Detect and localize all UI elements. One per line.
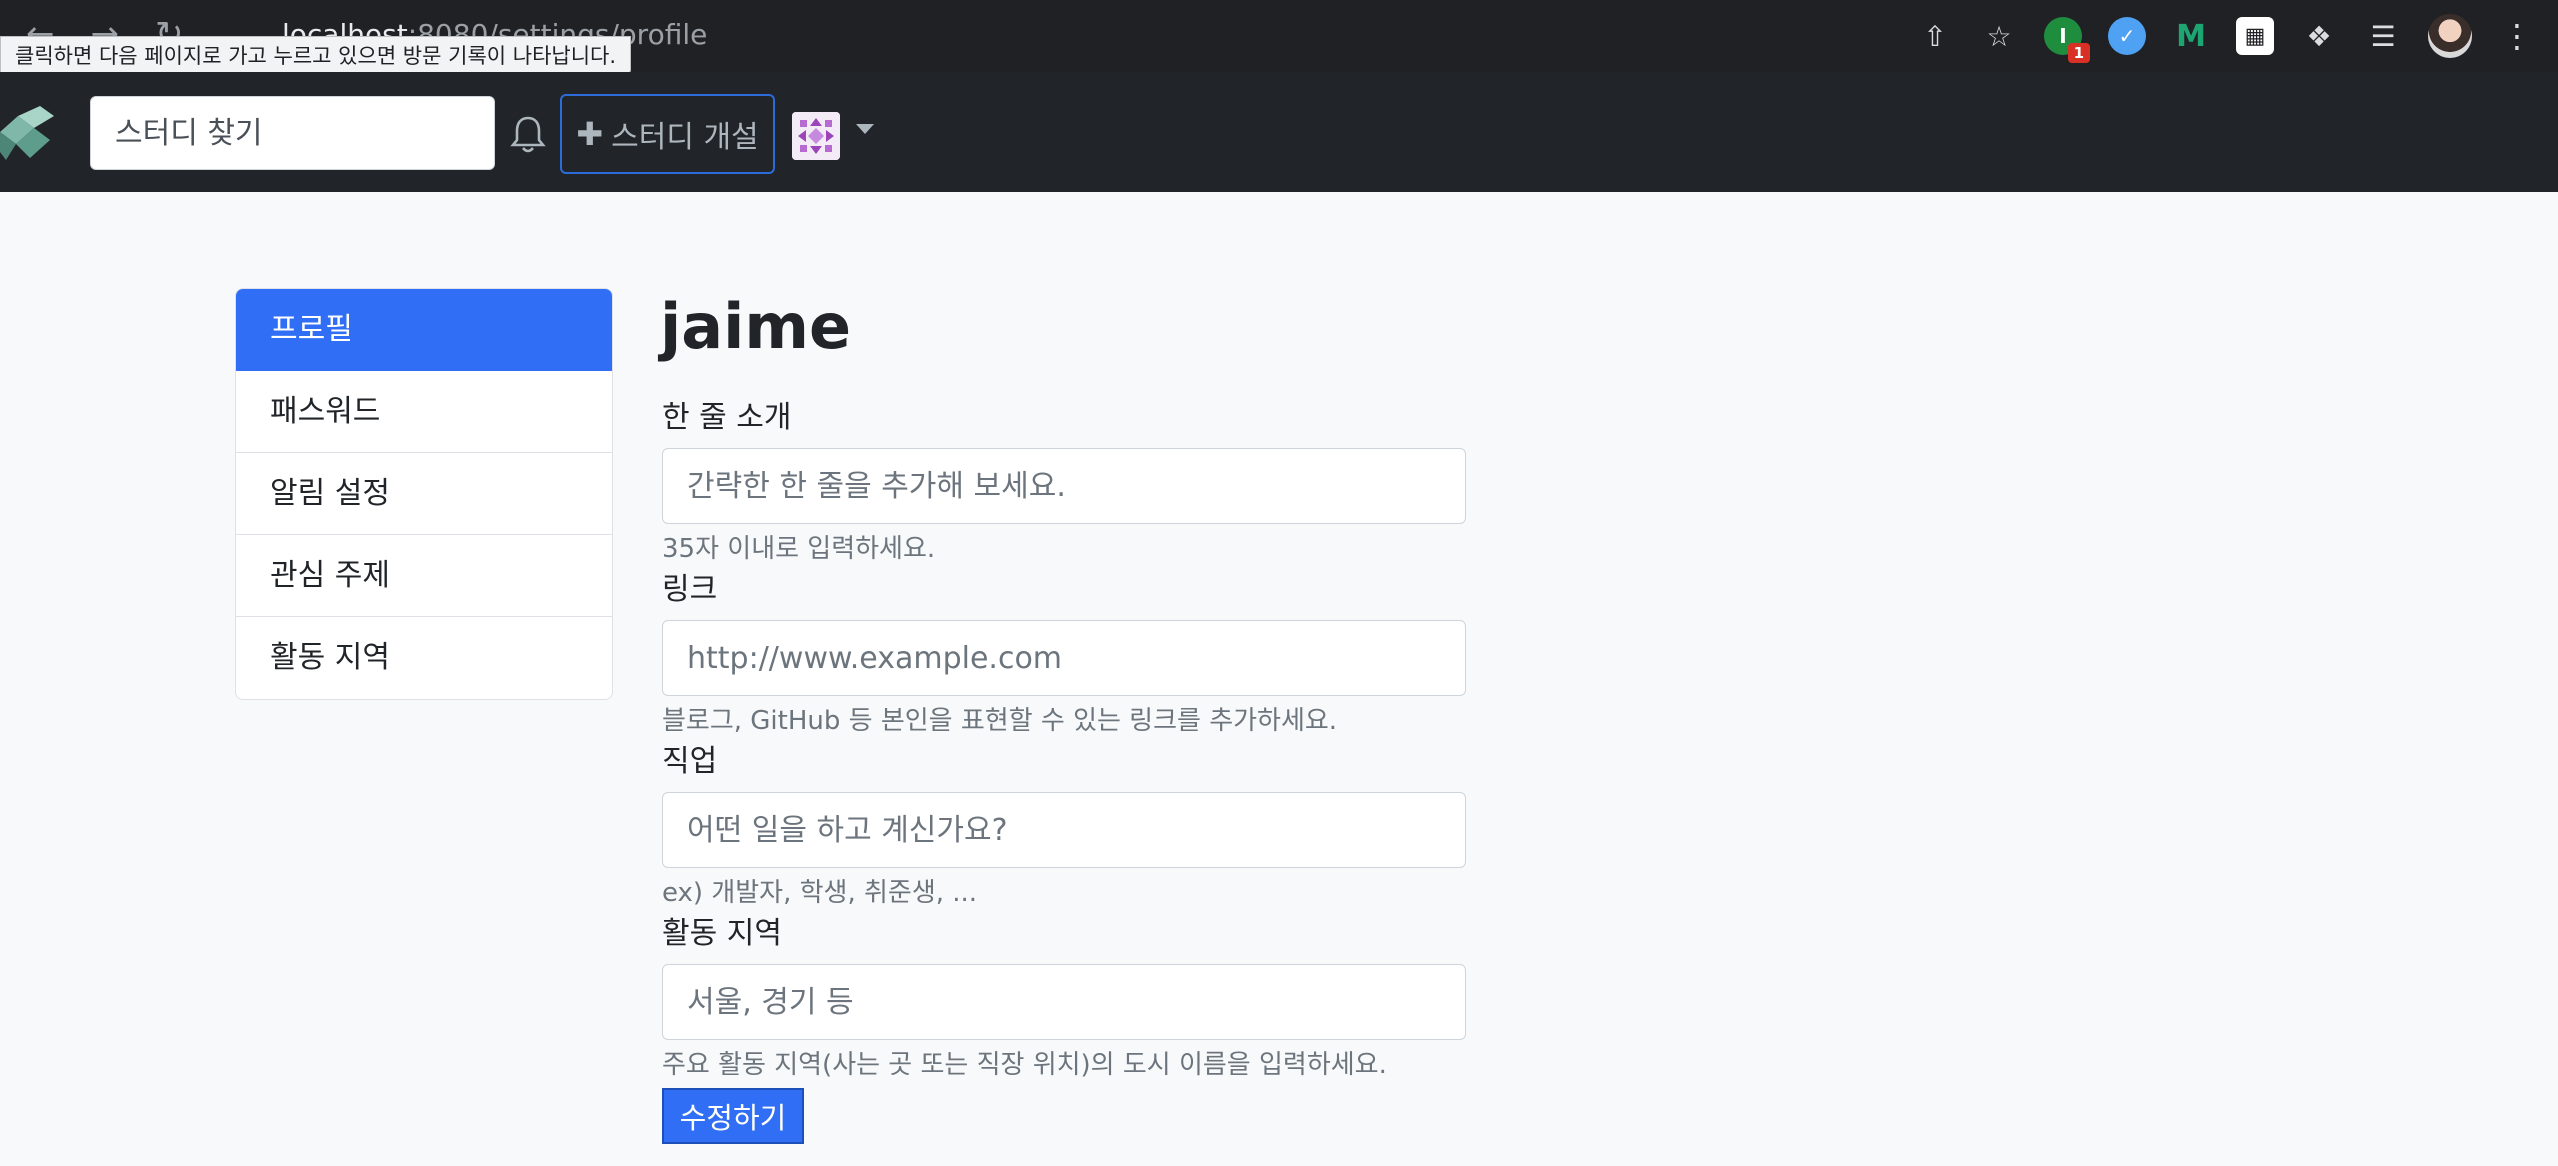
url-help-text: 블로그, GitHub 등 본인을 표현할 수 있는 링크를 추가하세요.	[662, 706, 1338, 736]
notification-bell-icon[interactable]	[510, 114, 546, 154]
submit-button[interactable]: 수정하기	[662, 1088, 804, 1144]
create-study-label: 스터디 개설	[611, 120, 759, 155]
bio-help-text: 35자 이내로 입력하세요.	[662, 534, 936, 564]
location-label: 활동 지역	[662, 916, 782, 951]
sidebar-item-password[interactable]: 패스워드	[236, 371, 612, 453]
user-avatar[interactable]	[792, 112, 840, 160]
app-navbar: ✚ 스터디 개설	[0, 72, 2558, 192]
back-button-tooltip: 클릭하면 다음 페이지로 가고 누르고 있으면 방문 기록이 나타납니다.	[0, 36, 632, 74]
puzzle-icon[interactable]: ❖	[2300, 17, 2338, 55]
url-input[interactable]	[662, 620, 1466, 696]
extension-blue-icon[interactable]: ✓	[2108, 17, 2146, 55]
more-menu-icon[interactable]: ⋮	[2498, 17, 2536, 55]
study-search-input[interactable]	[90, 96, 495, 170]
bio-label: 한 줄 소개	[662, 400, 792, 435]
sidebar-item-zones[interactable]: 활동 지역	[236, 617, 612, 699]
url-label: 링크	[662, 572, 718, 607]
chevron-down-icon[interactable]	[856, 124, 874, 134]
occupation-label: 직업	[662, 744, 718, 779]
sidebar-item-notifications[interactable]: 알림 설정	[236, 453, 612, 535]
create-study-button[interactable]: ✚ 스터디 개설	[560, 94, 775, 174]
plus-icon: ✚	[576, 115, 604, 153]
occupation-input[interactable]	[662, 792, 1466, 868]
bio-field: 한 줄 소개 35자 이내로 입력하세요.	[662, 398, 1466, 566]
extension-m-icon[interactable]: M	[2172, 17, 2210, 55]
occupation-field: 직업 ex) 개발자, 학생, 취준생, ...	[662, 742, 1466, 910]
location-input[interactable]	[662, 964, 1466, 1040]
qr-code-icon[interactable]: ▦	[2236, 17, 2274, 55]
media-queue-icon[interactable]: ☰	[2364, 17, 2402, 55]
share-icon[interactable]: ⇧	[1916, 17, 1954, 55]
bio-input[interactable]	[662, 448, 1466, 524]
location-help-text: 주요 활동 지역(사는 곳 또는 직장 위치)의 도시 이름을 입력하세요.	[662, 1050, 1387, 1080]
bookmark-star-icon[interactable]: ☆	[1980, 17, 2018, 55]
extension-green-icon[interactable]: I1	[2044, 17, 2090, 63]
brand-logo-icon[interactable]	[0, 102, 56, 162]
page-title: jaime	[660, 290, 851, 363]
occupation-help-text: ex) 개발자, 학생, 취준생, ...	[662, 878, 978, 908]
sidebar-item-profile[interactable]: 프로필	[236, 289, 612, 371]
location-field: 활동 지역 주요 활동 지역(사는 곳 또는 직장 위치)의 도시 이름을 입력…	[662, 914, 1466, 1082]
extension-badge: 1	[2067, 43, 2090, 63]
settings-sidebar: 프로필 패스워드 알림 설정 관심 주제 활동 지역	[235, 288, 613, 700]
profile-avatar-icon[interactable]	[2428, 14, 2472, 58]
sidebar-item-tags[interactable]: 관심 주제	[236, 535, 612, 617]
url-field: 링크 블로그, GitHub 등 본인을 표현할 수 있는 링크를 추가하세요.	[662, 570, 1466, 738]
extension-area: ⇧ ☆ I1 ✓ M ▦ ❖ ☰ ⋮	[1916, 14, 2536, 63]
